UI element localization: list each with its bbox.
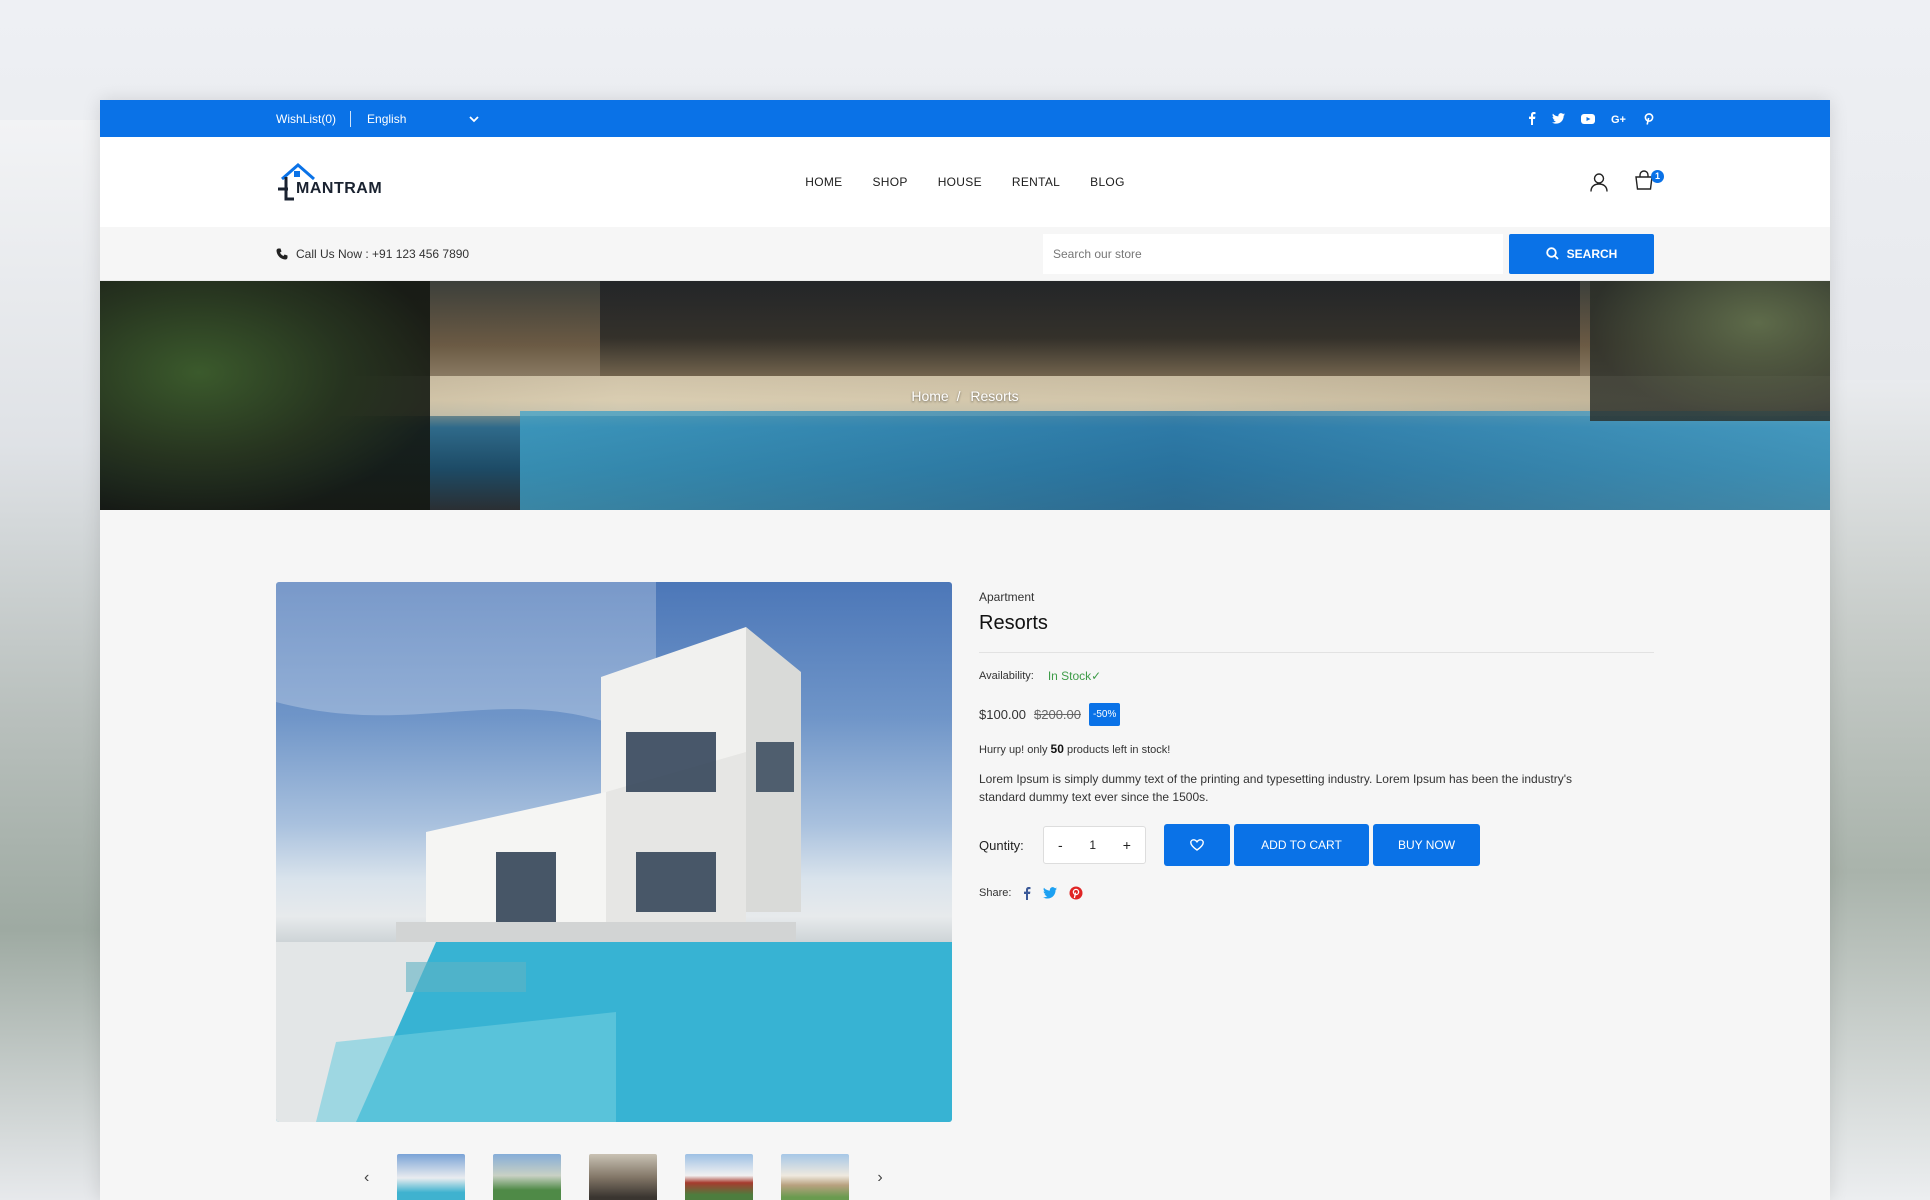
quantity-stepper: - 1 + [1043,826,1146,864]
chevron-right-icon[interactable]: › [877,1169,882,1187]
nav-home[interactable]: HOME [805,175,842,189]
stock-notice-suffix: products left in stock! [1066,744,1171,756]
search-button-label: SEARCH [1566,246,1618,261]
logo-text: MANTRAM [296,180,383,197]
villa-illustration [276,582,952,1122]
discount-badge: -50% [1089,703,1121,726]
stock-notice-prefix: Hurry up! only [979,744,1048,756]
breadcrumb-home[interactable]: Home [911,388,948,404]
sub-header: Call Us Now : +91 123 456 7890 SEARCH [100,227,1830,281]
product-gallery: ‹ › [276,582,952,1200]
quantity-value[interactable]: 1 [1089,838,1096,852]
old-price: $200.00 [1034,707,1081,722]
thumbnail-3[interactable] [589,1154,658,1200]
top-bar: WishList(0) English G+ [100,100,1830,137]
social-links: G+ [1528,112,1654,125]
product-main-image[interactable] [276,582,952,1122]
youtube-icon[interactable] [1581,113,1595,124]
twitter-icon[interactable] [1043,887,1058,899]
search-form: SEARCH [1043,233,1654,274]
language-select[interactable]: English [367,112,479,126]
current-price: $100.00 [979,707,1026,722]
product-details: Apartment Resorts Availability: In Stock… [979,582,1654,1200]
product-description: Lorem Ipsum is simply dummy text of the … [979,772,1573,804]
price-row: $100.00 $200.00 -50% [979,703,1654,726]
facebook-icon[interactable] [1528,112,1536,125]
pinterest-icon[interactable] [1069,886,1083,900]
thumbnail-4[interactable] [685,1154,754,1200]
header-icons: 1 [1590,169,1664,195]
top-bar-left: WishList(0) English [276,110,479,127]
stock-count: 50 [1050,742,1064,756]
product-section: ‹ › Apartment Resorts Availability: In S… [100,510,1830,1200]
quantity-decrease-button[interactable]: - [1058,837,1063,853]
heart-icon [1190,839,1204,851]
main-header: MANTRAM HOME SHOP HOUSE RENTAL BLOG 1 [100,137,1830,227]
background-right [1830,380,1930,1200]
availability-label: Availability: [979,670,1034,682]
thumbnail-2[interactable] [493,1154,562,1200]
cart-count-badge: 1 [1651,169,1664,183]
availability: Availability: In Stock✓ [979,669,1654,683]
breadcrumb-current: Resorts [970,388,1019,404]
chevron-left-icon[interactable]: ‹ [364,1169,369,1187]
thumbnail-1[interactable] [397,1154,466,1200]
product-category: Apartment [979,590,1035,604]
svg-text:G+: G+ [1611,114,1626,124]
banner-pool-image [520,411,1830,510]
call-text: Call Us Now : +91 123 456 7890 [296,246,470,261]
site-logo[interactable]: MANTRAM [276,159,386,205]
nav-shop[interactable]: SHOP [872,175,907,189]
call-info: Call Us Now : +91 123 456 7890 [276,247,469,261]
buy-now-button[interactable]: BUY NOW [1373,824,1480,866]
share-row: Share: [979,886,1654,900]
page-frame: WishList(0) English G+ MANTRAM HOME SHOP… [100,100,1830,1200]
wishlist-link[interactable]: WishList(0) [276,112,336,126]
breadcrumb: Home / Resorts [100,388,1830,404]
phone-icon [276,248,288,259]
language-value: English [367,111,407,126]
search-input[interactable] [1043,233,1503,274]
nav-rental[interactable]: RENTAL [1012,175,1060,189]
search-button[interactable]: SEARCH [1509,233,1654,274]
search-icon [1545,247,1559,260]
twitter-icon[interactable] [1552,113,1565,124]
chevron-down-icon [469,115,479,122]
quantity-increase-button[interactable]: + [1123,837,1131,853]
breadcrumb-separator: / [956,388,961,404]
thumbnail-5[interactable] [781,1154,850,1200]
stock-notice: Hurry up! only 50 products left in stock… [979,742,1654,756]
nav-house[interactable]: HOUSE [938,175,982,189]
thumbnail-strip: ‹ › [276,1154,952,1200]
google-plus-icon[interactable]: G+ [1611,113,1628,124]
pinterest-icon[interactable] [1644,112,1654,125]
user-icon[interactable] [1590,172,1608,192]
share-label: Share: [979,887,1012,899]
cart-button[interactable]: 1 [1634,169,1664,195]
purchase-row: Quntity: - 1 + ADD TO CART BUY NOW [979,824,1654,866]
banner-building-image [600,281,1580,376]
availability-value: In Stock✓ [1047,669,1102,683]
product-title: Resorts [979,612,1654,653]
top-bar-divider [350,110,352,127]
wishlist-button[interactable] [1164,824,1230,866]
add-to-cart-button[interactable]: ADD TO CART [1234,824,1369,866]
facebook-icon[interactable] [1023,886,1031,900]
page-banner: Home / Resorts [100,281,1830,510]
quantity-label: Quntity: [979,837,1024,853]
background-left [0,120,100,1200]
nav-blog[interactable]: BLOG [1090,175,1125,189]
